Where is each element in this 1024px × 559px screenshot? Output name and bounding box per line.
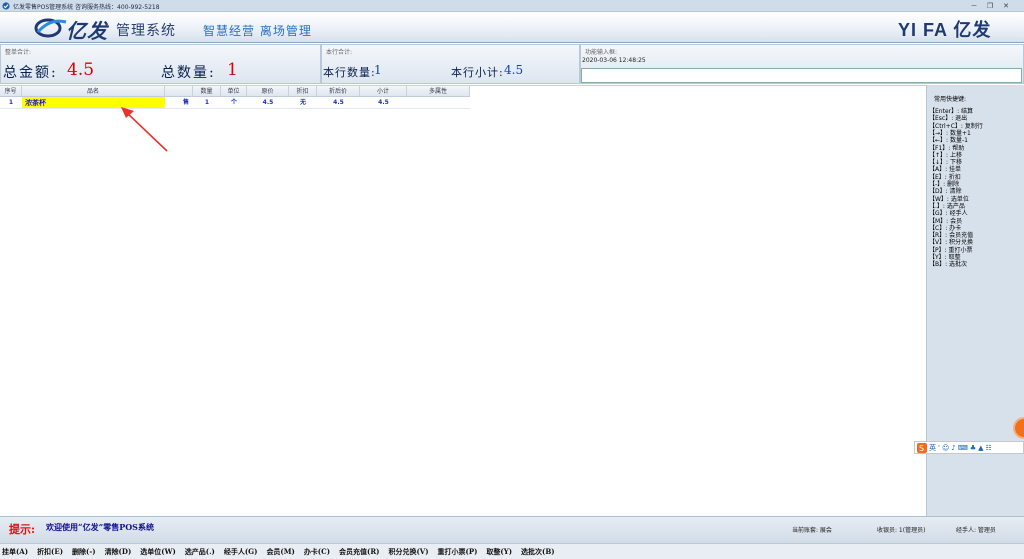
brand-swoosh-icon [34,18,67,38]
shortcut-item: 【-】: 删除 [929,181,960,188]
shortcut-item: 【Esc】: 退出 [929,115,968,123]
delete-button[interactable]: 删除(-) [72,547,96,557]
tip-message: 欢迎使用“亿发”零售POS系统 [46,522,154,532]
window-title: 亿发零售POS管理系统 咨询服务热线：400-992-5218 [13,4,160,11]
ime-emoji-icon[interactable]: ☺ [942,444,949,452]
row-qty-value: 1 [374,63,382,77]
col-header-subtotal[interactable]: 小计 [360,86,407,96]
shortcut-item: 【A】: 挂单 [929,166,962,174]
ime-shirt-icon[interactable]: ▲ [978,444,983,452]
brand-wordmark: YI FA 亿发 [898,20,992,40]
ime-keyboard-icon[interactable]: ⌨ [958,444,968,452]
row-subtotal-label: 本行小计: [451,66,504,79]
row-qty-label: 本行数量: [323,66,376,79]
col-header-discounted-price[interactable]: 折后价 [317,86,360,96]
function-input-caption: 功能输入框: [585,49,618,56]
cell-discounted-price: 4.5 [333,99,344,106]
ime-punctuation-icon[interactable]: ' [938,444,940,452]
col-header-qty[interactable]: 数量 [193,86,221,96]
total-qty-label: 总数量: [161,65,216,81]
grid-header: 序号 品名 数量 单位 原价 折扣 折后价 小计 多属性 [0,86,470,97]
close-button[interactable]: ✕ [1000,1,1012,11]
minimize-button[interactable]: － [968,1,980,11]
shortcut-item: 【D】: 清除 [929,188,962,196]
total-qty-value: 1 [227,60,238,80]
select-batch-button[interactable]: 选批次(B) [521,547,555,557]
window-title-bar: 亿发零售POS管理系统 咨询服务热线：400-992-5218 － ❐ ✕ [0,0,1024,12]
shortcut-item: 【.】: 选产品 [929,202,965,210]
sogou-ime-icon: S [917,442,927,453]
shortcut-item: 【E】: 折扣 [929,173,961,181]
cell-subtotal: 4.5 [378,99,389,106]
restore-button[interactable]: ❐ [984,1,996,11]
col-header-attributes[interactable]: 多属性 [407,86,470,96]
cell-attributes [407,97,470,108]
cell-index: 1 [8,99,14,106]
ime-language[interactable]: 英 [929,443,936,453]
col-header-unit[interactable]: 单位 [221,86,247,96]
ime-voice-icon[interactable]: ♪ [951,444,955,452]
ime-toolbar[interactable]: S 英 ' ☺ ♪ ⌨ ♣ ▲ ☷ [914,441,1024,454]
svg-text:S: S [919,444,924,453]
select-unit-button[interactable]: 选单位(W) [140,547,176,557]
shortcut-item: 【Enter】: 结算 [929,108,974,115]
table-row[interactable]: 1 浓茶杯 售 1 个 4.5 无 4.5 4.5 [0,97,470,109]
shortcut-item: 【→】: 数量+1 [929,129,971,137]
current-account: 当前账套: 展会 [792,527,832,534]
cell-price: 4.5 [262,99,274,106]
shortcut-item: 【←】: 数量-1 [929,137,968,145]
row-total-caption: 本行合计: [326,49,353,56]
current-cashier: 收银员: 1(管理员) [877,527,926,534]
hold-order-button[interactable]: 挂单(A) [2,547,28,557]
shortcut-item: 【V】: 积分兑换 [929,239,974,247]
brand-logo-text: 亿发 [66,19,108,43]
points-exchange-button[interactable]: 积分兑换(V) [388,547,428,557]
ime-menu-icon[interactable]: ☷ [986,444,992,452]
shortcut-item: 【W】: 选单位 [929,195,969,203]
cell-discount: 无 [299,99,306,106]
total-amount-value: 4.5 [67,60,95,80]
member-recharge-button[interactable]: 会员充值(R) [339,547,379,557]
app-logo-icon [2,2,10,10]
clear-button[interactable]: 清除(D) [105,547,132,557]
discount-button[interactable]: 折扣(E) [37,547,63,557]
col-header-index[interactable]: 序号 [0,86,22,96]
round-off-button[interactable]: 取整(Y) [486,547,512,557]
reprint-receipt-button[interactable]: 重打小票(P) [438,547,478,557]
ime-skin-icon[interactable]: ♣ [970,444,976,452]
row-subtotal-value: 4.5 [504,63,524,77]
shortcut-item: 【C】: 办卡 [929,224,962,232]
function-bar: 挂单(A) 折扣(E) 删除(-) 清除(D) 选单位(W) 选产品(.) 经手… [0,543,1024,559]
current-datetime: 2020-03-06 12:48:25 [582,57,646,64]
issue-card-button[interactable]: 办卡(C) [304,547,330,557]
shortcut-item: 【F1】: 帮助 [929,144,965,152]
shortcut-panel-title: 常用快捷键: [934,96,967,103]
row-total-panel: 本行合计: 本行数量: 1 本行小计: 4.5 [321,44,580,84]
cell-unit: 个 [230,99,237,106]
annotation-arrow-icon [121,107,168,152]
col-header-discount[interactable]: 折扣 [289,86,317,96]
shortcut-item: 【Y】: 取整 [929,254,961,261]
col-header-price[interactable]: 原价 [247,86,289,96]
shortcut-item: 【B】: 选批次 [929,261,968,269]
shortcut-item: 【G】: 经手人 [929,210,968,218]
shortcut-item: 【↑】: 上移 [929,151,962,159]
shortcut-item: 【M】: 会员 [929,217,963,225]
cell-qty: 1 [204,99,210,106]
function-input[interactable] [581,68,1022,83]
order-total-caption: 整单合计: [5,49,32,56]
col-header-name[interactable]: 品名 [22,86,165,96]
brand-subtitle: 管理系统 [116,23,176,39]
tip-label: 提示: [9,523,36,536]
select-product-button[interactable]: 选产品(.) [185,547,215,557]
order-total-panel: 整单合计: 总金额: 4.5 总数量: 1 [0,44,321,84]
shortcut-item: 【Ctrl+C】: 复制行 [929,122,983,130]
member-button[interactable]: 会员(M) [266,547,294,557]
shortcut-item: 【P】: 重打小票 [929,246,973,254]
brand-slogan: 智慧经营 离场管理 [203,24,312,38]
total-amount-label: 总金额: [3,65,58,81]
current-handler: 经手人: 管理员 [956,527,996,534]
handler-button[interactable]: 经手人(G) [224,547,258,557]
col-header-type[interactable] [165,86,193,96]
